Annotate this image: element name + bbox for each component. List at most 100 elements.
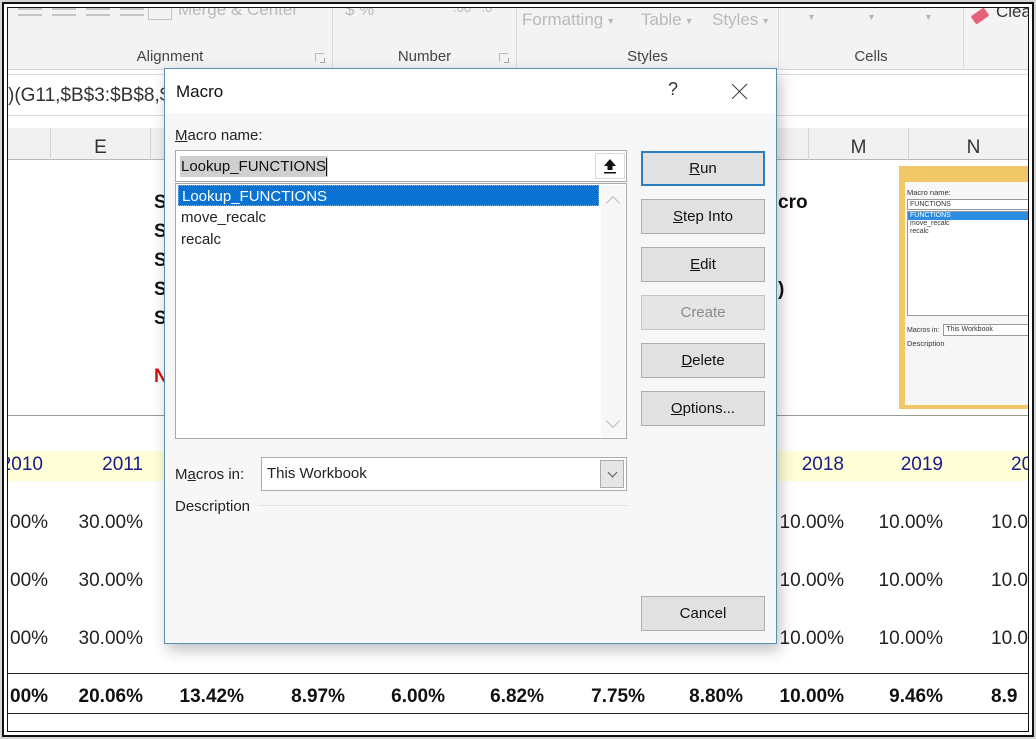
access-key: R: [689, 160, 701, 177]
format-dropdown-icon[interactable]: ▼: [924, 12, 933, 22]
label-text: M: [175, 466, 188, 483]
macro-name-input[interactable]: Lookup_FUNCTIONS: [175, 150, 627, 182]
macro-name-text: Lookup_FUNCTIONS: [181, 158, 327, 175]
delete-dropdown-icon[interactable]: ▼: [867, 12, 876, 22]
column-header-m[interactable]: M: [808, 128, 908, 160]
close-icon[interactable]: [727, 79, 753, 103]
pct-cell: 10.0: [991, 570, 1028, 591]
list-scrollbar[interactable]: [601, 185, 625, 437]
macro-dialog: Macro ? Macro name: Lookup_FUNCTIONS Loo…: [164, 68, 777, 644]
pct-cell: 30.00%: [78, 628, 143, 649]
pct-cell: 10.0: [991, 628, 1028, 649]
scroll-down-icon[interactable]: [605, 413, 621, 429]
pct-cell: 10.00%: [779, 570, 844, 591]
macro-list-item[interactable]: move_recalc: [178, 207, 599, 228]
access-key: E: [690, 256, 701, 273]
edit-button[interactable]: Edit: [641, 247, 765, 282]
column-header-e[interactable]: E: [50, 128, 150, 160]
cell-text-cro: cro: [778, 192, 808, 213]
ribbon-group-styles: Formatting ▼ Table ▼ Styles ▼ Styles: [517, 8, 779, 70]
access-key: D: [681, 352, 693, 369]
text-cursor: [326, 158, 328, 177]
cell-text-paren: ): [778, 279, 785, 300]
pct-cell: 10.00%: [779, 512, 844, 533]
button-label: dit: [700, 256, 716, 273]
thumb-list-item: FUNCTIONS: [908, 212, 1028, 220]
access-key: S: [672, 208, 683, 225]
cancel-button[interactable]: Cancel: [641, 596, 765, 631]
scroll-up-icon[interactable]: [605, 195, 621, 211]
total-cell: 8.9: [991, 686, 1018, 707]
pct-cell: 00%: [10, 512, 49, 533]
pct-cell: 10.00%: [878, 570, 943, 591]
macro-dialog-thumbnail: Macro name: FUNCTIONS FUNCTIONS move_rec…: [899, 166, 1028, 409]
clear-button[interactable]: Clea: [996, 8, 1028, 22]
year-cell: 20: [1011, 454, 1028, 475]
chevron-down-icon: [607, 467, 617, 477]
ribbon-group-editing: Clea: [964, 8, 1028, 70]
macro-name-value: Lookup_FUNCTIONS: [180, 156, 329, 177]
formula-text: )(G11,$B$3:$B$8,$: [8, 85, 171, 106]
cell-styles-button[interactable]: Styles ▼: [712, 10, 770, 30]
thumb-macros-in-field: This Workbook: [943, 324, 1028, 336]
format-as-table-button[interactable]: Table ▼: [641, 10, 694, 30]
step-into-button[interactable]: Step Into: [641, 199, 765, 234]
delete-button[interactable]: Delete: [641, 343, 765, 378]
year-cell: 2010: [8, 454, 43, 475]
macro-list-item[interactable]: Lookup_FUNCTIONS: [178, 185, 599, 206]
dialog-title-bar[interactable]: Macro ?: [165, 69, 776, 113]
description-label: Description: [175, 498, 251, 515]
total-top-border: [8, 673, 1028, 674]
button-label: tep Into: [682, 208, 734, 225]
merge-icon: [148, 8, 172, 20]
macros-in-label: Macros in:: [175, 466, 244, 483]
format-as-table-label: Table: [641, 10, 682, 29]
button-label: ptions...: [682, 400, 736, 417]
macros-in-select[interactable]: This Workbook: [261, 457, 627, 491]
column-header-n[interactable]: N: [908, 128, 1028, 160]
align-icons: [18, 8, 144, 18]
help-button[interactable]: ?: [663, 79, 683, 103]
chevron-down-icon: ▼: [684, 15, 694, 26]
ribbon-group-number: $ % .00 ⁺.0 Number: [333, 8, 517, 70]
number-format-buttons[interactable]: $ %: [345, 8, 374, 20]
group-label-alignment: Alignment: [136, 48, 204, 65]
create-button[interactable]: Create: [641, 295, 765, 330]
year-cell: 2011: [102, 454, 143, 475]
thumb-macro-name-field: FUNCTIONS: [907, 199, 1028, 210]
pct-cell: 10.00%: [878, 512, 943, 533]
alignment-launcher-icon[interactable]: [315, 53, 325, 63]
collapse-dialog-button[interactable]: [595, 153, 625, 179]
macros-in-value: This Workbook: [267, 465, 367, 482]
total-cell: 9.46%: [889, 686, 943, 707]
group-label-number: Number: [397, 48, 452, 65]
merge-center-button[interactable]: Merge & Center: [178, 8, 298, 20]
number-launcher-icon[interactable]: [499, 53, 509, 63]
macro-name-label: Macro name:: [175, 127, 263, 144]
total-cell: 20.06%: [78, 686, 143, 707]
total-cell: 8.97%: [291, 686, 345, 707]
label-text: acro name:: [187, 127, 263, 144]
conditional-formatting-button[interactable]: Formatting ▼: [522, 10, 615, 30]
pct-cell: 00%: [10, 628, 49, 649]
run-button[interactable]: Run: [641, 151, 765, 186]
window-frame: Merge & Center Alignment $ % .00 ⁺.0 Num…: [2, 2, 1034, 737]
access-key: O: [670, 400, 683, 417]
pct-cell: 00%: [10, 570, 49, 591]
total-cell: 6.82%: [490, 686, 544, 707]
label-text: cros in:: [195, 466, 245, 483]
options-button[interactable]: Options...: [641, 391, 765, 426]
insert-dropdown-icon[interactable]: ▼: [807, 12, 816, 22]
macro-list-item[interactable]: recalc: [178, 229, 599, 250]
chevron-down-icon: ▼: [761, 15, 771, 26]
pct-cell: 10.0: [991, 512, 1028, 533]
arrow-up-icon: [604, 159, 616, 174]
pct-cell: 30.00%: [78, 512, 143, 533]
macros-in-dropdown-button[interactable]: [600, 460, 624, 488]
button-label: un: [700, 160, 717, 177]
group-label-cells: Cells: [854, 48, 888, 65]
decimal-buttons[interactable]: .00 ⁺.0: [453, 8, 492, 16]
excel-window: Merge & Center Alignment $ % .00 ⁺.0 Num…: [7, 7, 1029, 732]
macro-list[interactable]: Lookup_FUNCTIONS move_recalc recalc: [175, 183, 627, 439]
total-cell: 6.00%: [391, 686, 445, 707]
